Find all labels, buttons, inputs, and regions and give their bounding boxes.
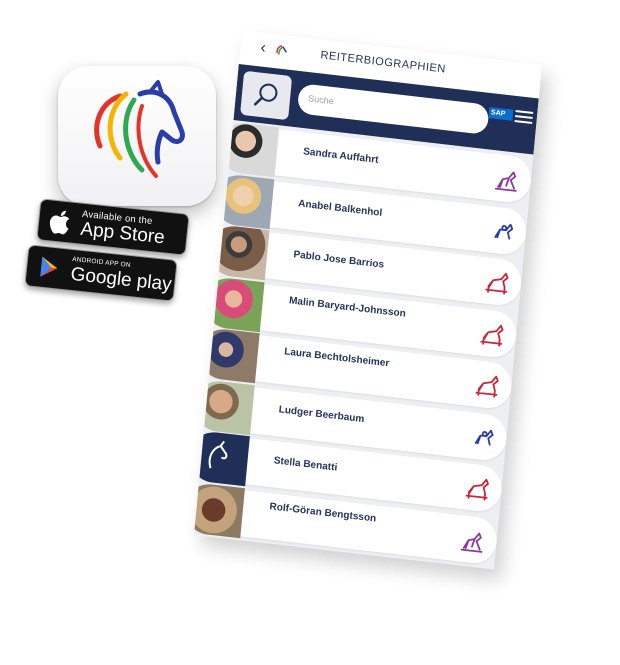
rider-avatar [216, 120, 280, 178]
jumping-icon [475, 375, 499, 398]
app-screen: ‹ REITERBIOGRAPHIEN Suche SAP Sandra Auf… [194, 30, 542, 570]
rider-name [265, 558, 415, 569]
rider-name: Anabel Balkenhol [297, 197, 383, 219]
search-button[interactable] [240, 70, 293, 121]
phone-mockup: ‹ REITERBIOGRAPHIEN Suche SAP Sandra Auf… [185, 30, 542, 665]
rider-avatar [211, 172, 275, 229]
rider-avatar [194, 378, 255, 435]
placeholder-avatar [194, 429, 250, 487]
rider-avatar [194, 532, 241, 570]
jumping-icon [485, 272, 509, 295]
rider-name: Laura Bechtolsheimer [283, 346, 390, 370]
promo-stage: Available on the App Store ANDROID APP O… [0, 0, 620, 632]
dressage-icon [494, 171, 517, 192]
mini-logo-icon [276, 44, 288, 55]
rider-avatar [206, 223, 270, 281]
dressage-icon [460, 532, 483, 553]
rider-avatar [196, 326, 260, 384]
rider-list: Sandra Auffahrt Anabel Balkenhol Pablo Jos… [194, 120, 534, 570]
back-icon[interactable]: ‹ [260, 39, 267, 58]
rider-name: Ludger Beerbaum [278, 403, 365, 425]
page-title: REITERBIOGRAPHIEN [319, 49, 447, 76]
rider-name: Pablo Jose Barrios [292, 249, 385, 271]
rider-avatar [194, 481, 246, 538]
para-icon [474, 429, 494, 446]
rider-name: Rolf-Göran Bengtsson [269, 500, 377, 525]
rider-name: Malin Baryard-Johnsson [288, 294, 407, 320]
search-input[interactable]: Suche [296, 83, 490, 135]
google-play-badge[interactable]: ANDROID APP ON Google play [24, 244, 178, 302]
apple-icon [49, 210, 70, 235]
search-placeholder: Suche [307, 93, 335, 107]
app-icon[interactable] [58, 66, 216, 206]
rider-name: Sandra Auffahrt [302, 146, 379, 166]
horse-logo-icon [94, 80, 185, 178]
search-icon [253, 83, 278, 106]
para-icon [494, 223, 514, 240]
rider-avatar [201, 275, 265, 332]
rider-name: Stella Benatti [273, 455, 338, 474]
google-play-big-text: Google play [69, 263, 173, 296]
jumping-icon [480, 324, 504, 347]
play-triangle-icon [40, 256, 58, 277]
menu-icon[interactable] [514, 109, 534, 126]
app-store-big-text: App Store [79, 218, 166, 249]
sap-logo: SAP [488, 106, 514, 121]
jumping-icon [465, 478, 489, 501]
